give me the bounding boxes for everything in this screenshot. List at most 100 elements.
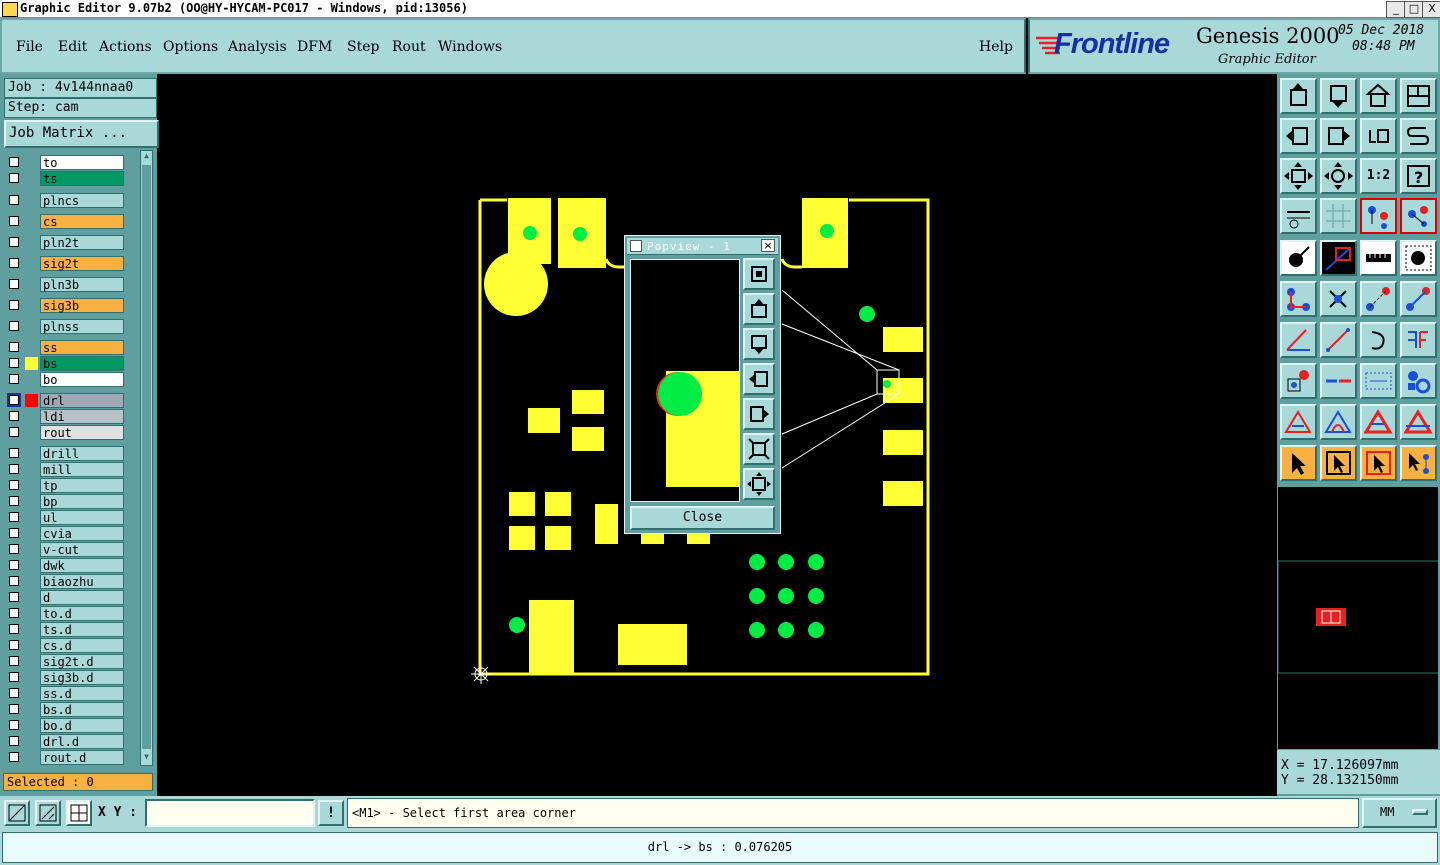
layer-indicator[interactable]: [25, 299, 38, 312]
select-box-icon[interactable]: [1320, 445, 1357, 481]
layer-row[interactable]: tp: [7, 478, 125, 493]
layer-row[interactable]: cs: [7, 214, 125, 229]
layer-name[interactable]: to.d: [40, 606, 124, 621]
layer-checkbox[interactable]: [9, 640, 19, 650]
layer-name[interactable]: v-cut: [40, 542, 124, 557]
layer-indicator[interactable]: [25, 320, 38, 333]
layer-row[interactable]: drl.d: [7, 734, 125, 749]
layer-name[interactable]: ul: [40, 510, 124, 525]
layer-name[interactable]: bo.d: [40, 718, 124, 733]
help-query-icon[interactable]: ?: [1400, 158, 1437, 194]
move-left-icon[interactable]: [1280, 118, 1317, 154]
layer-row[interactable]: biaozhu: [7, 574, 125, 589]
layer-row[interactable]: ts.d: [7, 622, 125, 637]
delete-node-icon[interactable]: [1320, 281, 1357, 317]
layer-row[interactable]: bp: [7, 494, 125, 509]
layer-checkbox[interactable]: [9, 592, 19, 602]
layer-name[interactable]: d: [40, 590, 124, 605]
layer-checkbox[interactable]: [9, 544, 19, 554]
layer-checkbox[interactable]: [9, 195, 19, 205]
layer-indicator[interactable]: [25, 559, 38, 572]
layer-name[interactable]: dwk: [40, 558, 124, 573]
layer-checkbox[interactable]: [9, 448, 19, 458]
layer-indicator[interactable]: [25, 671, 38, 684]
layer-name[interactable]: plncs: [40, 193, 124, 208]
layer-row[interactable]: v-cut: [7, 542, 125, 557]
layer-name[interactable]: biaozhu: [40, 574, 124, 589]
layer-indicator[interactable]: [25, 719, 38, 732]
layer-indicator[interactable]: [25, 575, 38, 588]
menu-analysis[interactable]: Analysis: [228, 39, 287, 55]
layer-checkbox[interactable]: [9, 321, 19, 331]
layer-indicator[interactable]: [25, 495, 38, 508]
popview-close-button[interactable]: Close: [630, 506, 775, 530]
home-view-icon[interactable]: [1360, 78, 1397, 114]
alert-icon[interactable]: !: [318, 800, 344, 826]
layer-indicator[interactable]: [25, 511, 38, 524]
measure-ruler-icon[interactable]: [1360, 240, 1397, 276]
layer-indicator[interactable]: [25, 278, 38, 291]
select-pointer-icon[interactable]: [1280, 445, 1317, 481]
menu-actions[interactable]: Actions: [99, 39, 152, 55]
layer-row[interactable]: to.d: [7, 606, 125, 621]
layer-name[interactable]: pln3b: [40, 277, 124, 292]
layer-indicator[interactable]: [25, 751, 38, 764]
layer-checkbox[interactable]: [9, 157, 19, 167]
net-connect-icon[interactable]: [1400, 198, 1437, 234]
layer-checkbox[interactable]: [9, 411, 19, 421]
layer-row[interactable]: pln3b: [7, 277, 125, 292]
snap-settings-icon[interactable]: [1280, 198, 1317, 234]
pad-select-icon[interactable]: [1280, 363, 1317, 399]
layer-name[interactable]: plnss: [40, 319, 124, 334]
layer-name[interactable]: ss.d: [40, 686, 124, 701]
layer-checkbox[interactable]: [9, 374, 19, 384]
layer-indicator[interactable]: [25, 591, 38, 604]
layer-indicator[interactable]: [25, 639, 38, 652]
layer-checkbox[interactable]: [9, 752, 19, 762]
connect-nodes-icon[interactable]: [1280, 281, 1317, 317]
layer-checkbox[interactable]: [9, 216, 19, 226]
layer-row[interactable]: plncs: [7, 193, 125, 208]
layer-row[interactable]: pln2t: [7, 235, 125, 250]
layer-row[interactable]: ss.d: [7, 686, 125, 701]
menu-help[interactable]: Help: [979, 39, 1013, 55]
menu-windows[interactable]: Windows: [438, 39, 502, 55]
layer-checkbox[interactable]: [9, 427, 19, 437]
popview-close-icon[interactable]: ×: [761, 239, 775, 252]
layer-checkbox[interactable]: [9, 480, 19, 490]
layer-name[interactable]: ss: [40, 340, 124, 355]
layer-row[interactable]: dwk: [7, 558, 125, 573]
layer-indicator[interactable]: [25, 194, 38, 207]
layer-name[interactable]: pln2t: [40, 235, 124, 250]
layer-name[interactable]: drill: [40, 446, 124, 461]
add-pad-icon[interactable]: [1280, 240, 1317, 276]
layer-indicator[interactable]: [25, 527, 38, 540]
move-down-icon[interactable]: [1320, 78, 1357, 114]
layer-indicator[interactable]: [25, 257, 38, 270]
layer-row[interactable]: ul: [7, 510, 125, 525]
layer-scrollbar[interactable]: ▲ ▼: [140, 150, 153, 766]
xy-input[interactable]: [145, 799, 315, 827]
mirror-icon[interactable]: [1400, 118, 1437, 154]
layer-indicator[interactable]: [25, 156, 38, 169]
popview-window[interactable]: Popview - 1 × Close: [624, 235, 781, 534]
snap-grid-icon[interactable]: [66, 800, 92, 826]
layer-name[interactable]: rout.d: [40, 750, 124, 765]
layer-name[interactable]: mill: [40, 462, 124, 477]
layer-indicator[interactable]: [25, 410, 38, 423]
layer-checkbox[interactable]: [9, 300, 19, 310]
popview-zoom-fit-button[interactable]: [743, 258, 775, 290]
draw-arc-icon[interactable]: [1360, 322, 1397, 358]
select-area-icon[interactable]: [1360, 445, 1397, 481]
popview-canvas[interactable]: [630, 259, 740, 502]
layer-name[interactable]: bo: [40, 372, 124, 387]
layer-name[interactable]: ldi: [40, 409, 124, 424]
zoom-window-icon[interactable]: [4, 800, 30, 826]
layer-checkbox[interactable]: [9, 576, 19, 586]
layer-checkbox[interactable]: [9, 342, 19, 352]
layer-indicator[interactable]: [25, 236, 38, 249]
layer-indicator[interactable]: [25, 463, 38, 476]
cluster-icon[interactable]: [1400, 363, 1437, 399]
layer-name[interactable]: sig2t: [40, 256, 124, 271]
layer-checkbox[interactable]: [9, 496, 19, 506]
